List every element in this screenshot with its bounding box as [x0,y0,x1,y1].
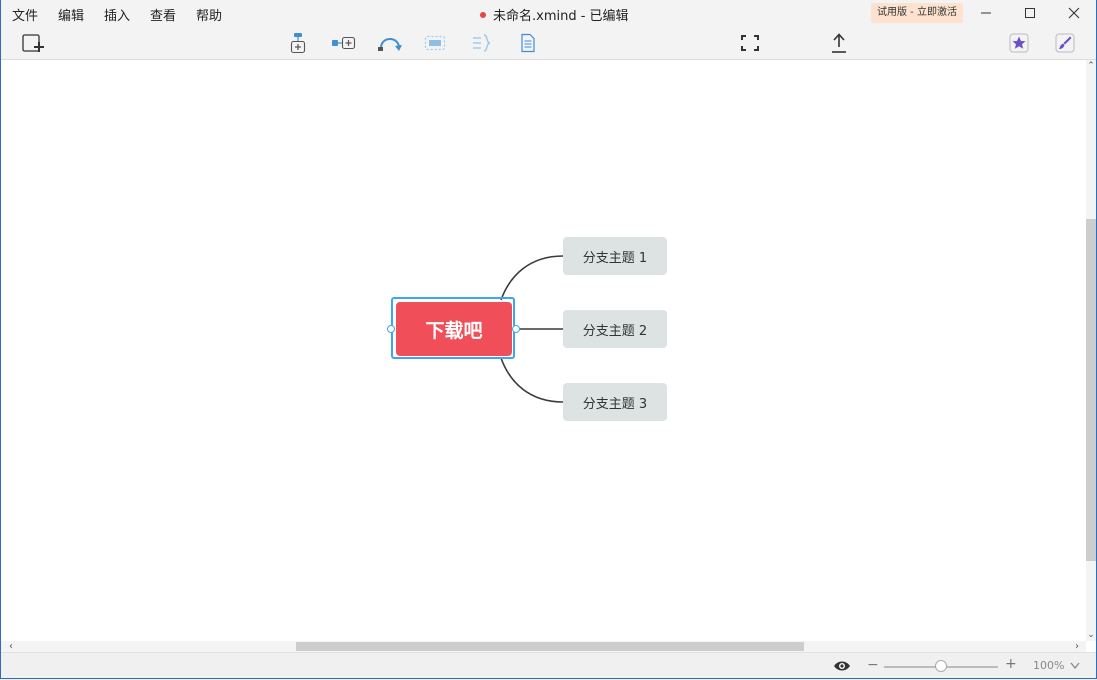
new-sheet-button[interactable] [20,30,46,56]
branch-topic-2[interactable]: 分支主题 2 [563,310,667,348]
new-sheet-icon [22,34,44,52]
format-button[interactable] [1052,30,1078,56]
zoom-dropdown-chevron-down-icon[interactable] [1070,662,1080,670]
maximize-button[interactable] [1008,0,1052,26]
add-topic-icon [332,36,356,50]
horizontal-scrollbar[interactable]: ‹ › [1,641,1086,652]
vertical-scrollbar[interactable]: ⌃ ⌄ [1086,60,1096,641]
toolbar [0,26,1097,60]
mindmap-canvas[interactable] [1,60,1086,641]
scroll-left-icon[interactable]: ‹ [5,641,17,652]
close-icon [1068,7,1080,19]
share-icon [832,33,846,53]
share-button[interactable] [826,30,852,56]
scroll-right-icon[interactable]: › [1071,641,1083,652]
notes-icon [521,33,535,53]
right-handle-icon[interactable] [512,325,520,333]
relationship-icon [378,38,402,51]
zoom-value[interactable]: 100% [1033,659,1064,672]
central-topic[interactable]: 下载吧 [396,302,512,356]
notes-button[interactable] [515,30,541,56]
eye-icon[interactable] [833,659,851,673]
left-handle-icon[interactable] [387,325,395,333]
unsaved-dot-icon [480,12,486,18]
marker-icon [1009,33,1029,53]
statusbar: − + 100% [0,652,1097,680]
menu-insert[interactable]: 插入 [104,5,130,24]
zoom-in-button[interactable]: + [1005,656,1017,672]
add-topic-button[interactable] [330,30,358,56]
menu-file[interactable]: 文件 [12,5,38,24]
document-name: 未命名.xmind - 已编辑 [493,9,629,24]
format-icon [1055,33,1075,53]
zoom-slider-knob[interactable] [935,660,947,672]
trial-activate-button[interactable]: 试用版 - 立即激活 [871,3,963,23]
summary-icon [473,34,491,52]
scroll-up-icon[interactable]: ⌃ [1086,61,1096,71]
window-title: 未命名.xmind - 已编辑 [480,5,629,24]
summary-button[interactable] [469,30,495,56]
add-subtopic-button[interactable] [285,30,311,56]
menu-view[interactable]: 查看 [150,5,176,24]
relationship-button[interactable] [376,30,404,56]
boundary-icon [424,35,446,51]
marker-button[interactable] [1006,30,1032,56]
boundary-button[interactable] [422,30,448,56]
fullscreen-button[interactable] [737,30,763,56]
menubar: 文件 编辑 插入 查看 帮助 未命名.xmind - 已编辑 试用版 - 立即激… [0,0,1097,26]
minimize-icon [981,12,991,14]
minimize-button[interactable] [964,0,1008,26]
vertical-scroll-thumb[interactable] [1086,219,1096,561]
fullscreen-icon [741,35,759,51]
branch-topic-3[interactable]: 分支主题 3 [563,383,667,421]
maximize-icon [1025,8,1035,18]
branch-topic-1[interactable]: 分支主题 1 [563,237,667,275]
horizontal-scroll-thumb[interactable] [296,642,804,651]
close-button[interactable] [1052,0,1096,26]
menu-edit[interactable]: 编辑 [58,5,84,24]
add-subtopic-icon [290,33,306,54]
zoom-out-button[interactable]: − [867,657,879,673]
menu-help[interactable]: 帮助 [196,5,222,24]
scroll-down-icon[interactable]: ⌄ [1086,630,1096,640]
